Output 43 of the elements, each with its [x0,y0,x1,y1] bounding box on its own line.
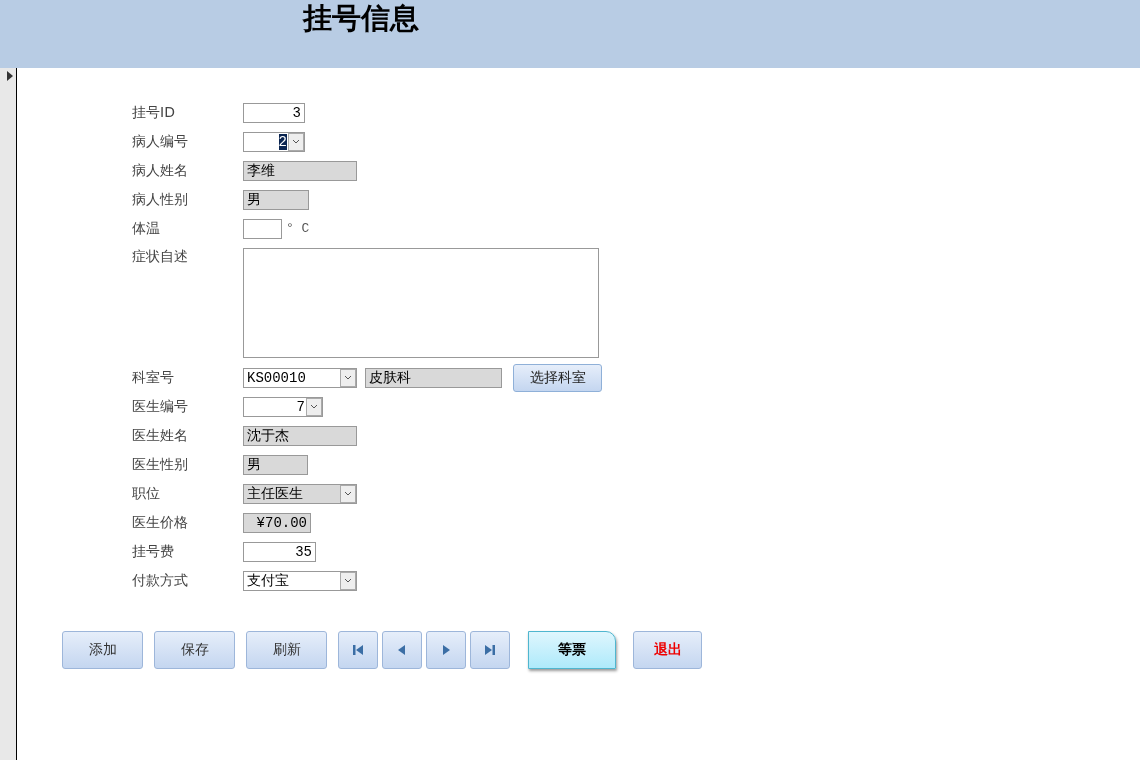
unit-label: ° C [286,221,310,236]
last-record-icon [483,643,497,657]
select-department-button[interactable]: 选择科室 [513,363,602,392]
readonly-field: 沈于杰 [243,425,357,446]
action-button[interactable]: 刷新 [246,631,327,669]
field-label: 职位 [132,484,161,503]
input-field[interactable]: 3 [243,102,305,123]
navigation-button[interactable] [382,631,422,669]
navigation-button[interactable] [338,631,378,669]
dropdown-field[interactable]: 7 [243,396,323,417]
input-field[interactable] [243,218,282,239]
readonly-field: ¥70.00 [243,512,311,533]
field-label: 病人编号 [132,132,189,151]
dropdown-field[interactable]: 支付宝 [243,570,357,591]
wait-ticket-button[interactable]: 等票 [528,631,616,669]
field-label: 医生价格 [132,513,189,532]
field-label: 科室号 [132,368,175,387]
field-label: 医生性别 [132,455,189,474]
navigation-button[interactable] [426,631,466,669]
dropdown-field[interactable]: KS00010 [243,367,357,388]
form-title: 挂号信息 [303,0,419,36]
field-label: 症状自述 [132,248,189,266]
readonly-field: 男 [243,454,308,475]
field-label: 体温 [132,219,161,238]
dropdown-field[interactable]: 主任医生 [243,483,357,504]
readonly-field: 男 [243,189,309,210]
dropdown-field[interactable]: 2 [243,131,305,152]
readonly-field: 皮肤科 [365,367,502,388]
action-button[interactable]: 添加 [62,631,143,669]
action-button[interactable]: 保存 [154,631,235,669]
field-label: 医生编号 [132,397,189,416]
field-label: 病人姓名 [132,161,189,180]
field-label: 病人性别 [132,190,189,209]
field-label: 医生姓名 [132,426,189,445]
readonly-field: 李维 [243,160,357,181]
navigation-button[interactable] [470,631,510,669]
first-record-icon [351,643,365,657]
record-selector[interactable] [0,68,17,760]
field-label: 挂号ID [132,103,176,122]
field-label: 挂号费 [132,542,175,561]
field-label: 付款方式 [132,571,189,590]
input-field[interactable]: 35 [243,541,316,562]
text-area[interactable] [243,248,599,358]
